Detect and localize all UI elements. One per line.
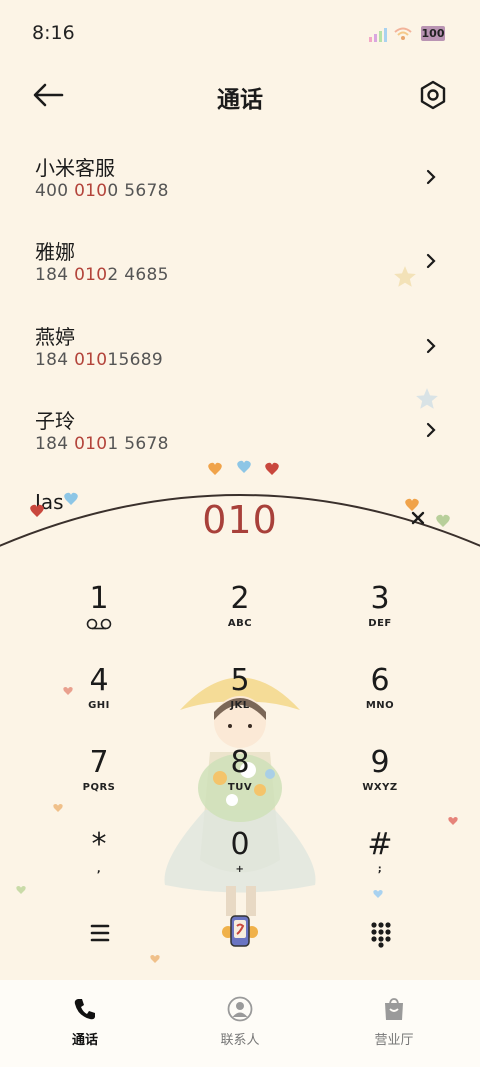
- star-decoration-icon: [394, 266, 416, 287]
- heart-decoration-icon: [53, 804, 63, 812]
- contact-number: 184 0101 5678: [35, 434, 169, 454]
- contact-name: 燕婷: [35, 325, 75, 349]
- header: 通话: [0, 70, 480, 120]
- contact-number: 184 01015689: [35, 350, 164, 370]
- contact-number: 184 0102 4685: [35, 265, 169, 285]
- tab-contacts[interactable]: 联系人: [180, 996, 300, 1048]
- chevron-right-icon[interactable]: [425, 421, 437, 439]
- phone-icon: [74, 999, 95, 1020]
- key-star[interactable]: * ,: [44, 828, 154, 898]
- status-bar: 8:16 100: [0, 0, 480, 60]
- contact-item[interactable]: 小米客服 400 0100 5678: [35, 152, 455, 222]
- signal-icon: [369, 28, 387, 42]
- battery-indicator: 100: [421, 26, 445, 41]
- key-2[interactable]: 2 ABC: [185, 582, 295, 652]
- keypad-toggle-icon[interactable]: [361, 913, 401, 953]
- contact-number: 400 0100 5678: [35, 181, 169, 201]
- tab-calls[interactable]: 通话: [25, 996, 145, 1048]
- settings-icon[interactable]: [416, 78, 450, 112]
- key-8[interactable]: 8 TUV: [185, 746, 295, 816]
- shop-bag-icon: [385, 998, 403, 1020]
- key-1[interactable]: 1: [44, 582, 154, 652]
- contacts-icon: [227, 996, 253, 1022]
- menu-icon[interactable]: [80, 913, 120, 953]
- key-3[interactable]: 3 DEF: [325, 582, 435, 652]
- heart-decoration-icon: [448, 817, 458, 825]
- chevron-right-icon[interactable]: [425, 337, 437, 355]
- key-5[interactable]: 5 JKL: [185, 664, 295, 734]
- chevron-right-icon[interactable]: [425, 252, 437, 270]
- contact-name: 子玲: [35, 409, 75, 433]
- key-hash[interactable]: # ;: [325, 828, 435, 898]
- contact-name: 雅娜: [35, 240, 75, 264]
- key-0[interactable]: 0 +: [185, 828, 295, 898]
- key-9[interactable]: 9 WXYZ: [325, 746, 435, 816]
- heart-decoration-icon: [16, 886, 26, 894]
- status-time: 8:16: [32, 22, 75, 44]
- star-decoration-icon: [416, 388, 438, 409]
- entered-number-display: 010: [202, 498, 278, 542]
- heart-decoration-icon: [150, 955, 160, 963]
- heart-decoration-icon: [373, 890, 383, 898]
- tab-service-hall[interactable]: 营业厅: [334, 996, 454, 1048]
- chevron-right-icon[interactable]: [425, 168, 437, 186]
- contact-item[interactable]: 燕婷 184 01015689: [35, 321, 455, 391]
- wifi-icon: [394, 27, 412, 40]
- page-title: 通话: [217, 87, 263, 113]
- heart-decoration-icon: [63, 687, 73, 695]
- clear-input-icon[interactable]: [410, 510, 426, 526]
- voicemail-icon: [86, 618, 112, 630]
- call-button[interactable]: [218, 908, 262, 954]
- key-6[interactable]: 6 MNO: [325, 664, 435, 734]
- key-4[interactable]: 4 GHI: [44, 664, 154, 734]
- bottom-tab-bar: 通话 联系人 营业厅: [0, 980, 480, 1067]
- contact-name: 小米客服: [35, 156, 115, 180]
